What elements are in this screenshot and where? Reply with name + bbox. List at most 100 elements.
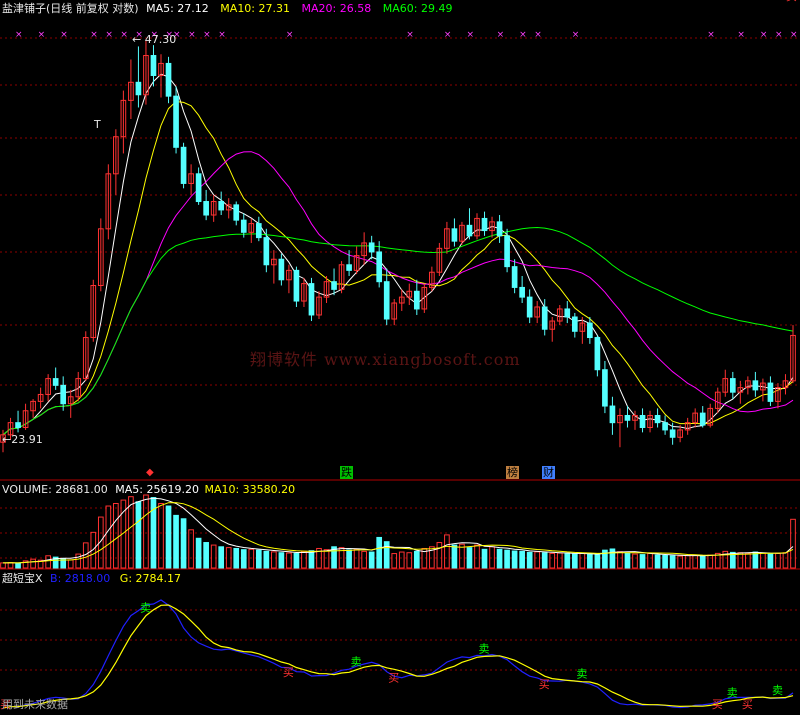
volume-bar — [541, 552, 548, 569]
candle — [271, 250, 277, 284]
signal-cross-mark: × — [60, 30, 68, 40]
candle — [331, 268, 337, 296]
candle-body — [376, 251, 383, 283]
signal-cross-mark: × — [790, 30, 798, 40]
volume-bar — [203, 542, 209, 569]
volume-bar — [549, 552, 556, 569]
volume-bar — [105, 505, 112, 569]
volume-bar — [684, 555, 691, 569]
candle — [602, 360, 608, 414]
candle — [654, 408, 661, 428]
candle-body — [481, 217, 488, 232]
volume-bar — [376, 536, 383, 569]
candle — [526, 289, 533, 324]
volume-bar — [632, 553, 638, 569]
volume-bar — [669, 555, 676, 569]
volume-bar — [368, 551, 375, 569]
candle-body — [60, 384, 67, 405]
volume-bar — [737, 552, 744, 569]
candle — [113, 129, 119, 195]
candle-body — [308, 283, 315, 316]
candle — [173, 86, 179, 154]
candle — [444, 221, 450, 254]
candle — [534, 301, 541, 324]
candle — [180, 142, 187, 189]
volume-bar — [263, 550, 270, 569]
indicator-g-label: G: 2784.17 — [119, 572, 182, 585]
candle — [52, 367, 59, 390]
candle — [383, 268, 390, 326]
candle — [459, 221, 465, 245]
signal-cross-mark: × — [534, 30, 542, 40]
candle-body — [504, 235, 510, 268]
candle — [617, 408, 623, 448]
signal-cross-mark: × — [120, 30, 128, 40]
candle — [128, 59, 134, 120]
candle — [105, 164, 112, 240]
signal-cross-mark: × — [519, 30, 527, 40]
candle — [316, 291, 322, 320]
signal-cross-mark: × — [105, 30, 113, 40]
candle-body — [767, 382, 774, 402]
volume-bar — [135, 501, 142, 569]
candle — [647, 410, 653, 433]
candle — [684, 417, 691, 435]
candle-body — [669, 429, 676, 438]
candle-body — [594, 337, 601, 371]
candle — [308, 277, 315, 322]
volume-bar — [654, 554, 661, 569]
candle — [210, 194, 217, 222]
volume-bar — [474, 544, 480, 569]
candle — [481, 211, 488, 236]
volume-ma5-label: MA5: 25619.20 — [115, 483, 199, 496]
candle-body — [368, 242, 375, 253]
event-marker-list: 榜 — [506, 466, 519, 479]
candle — [782, 374, 789, 395]
candle — [722, 369, 729, 397]
candle — [376, 241, 383, 288]
volume-bar — [639, 554, 646, 569]
candle — [135, 46, 142, 108]
candle-body — [180, 146, 187, 184]
candle-body — [729, 378, 736, 393]
volume-bar — [444, 534, 450, 569]
candle — [767, 376, 774, 407]
candle — [45, 374, 51, 402]
candle — [429, 266, 435, 292]
ma20-label: MA20: 26.58 — [301, 2, 372, 15]
candle — [158, 54, 164, 98]
volume-bar — [459, 543, 465, 569]
candle — [707, 403, 714, 428]
volume-bar — [210, 544, 217, 569]
candle-body — [15, 422, 21, 428]
candle-body — [654, 414, 661, 424]
volume-bar — [782, 552, 789, 569]
volume-bar — [346, 549, 352, 569]
signal-cross-mark: × — [286, 30, 294, 40]
volume-bar — [496, 548, 503, 569]
volume-bar — [534, 551, 541, 569]
volume-bar — [233, 547, 240, 569]
volume-bar — [271, 551, 277, 569]
candle — [22, 403, 29, 430]
candle — [737, 380, 744, 404]
candle — [225, 198, 232, 219]
candle — [37, 387, 44, 409]
candle — [729, 371, 736, 400]
volume-bar — [692, 554, 699, 569]
candle-body — [331, 281, 337, 290]
candle — [775, 383, 781, 409]
volume-bar — [511, 550, 518, 569]
volume-bar — [579, 552, 586, 569]
volume-bar — [188, 529, 194, 569]
event-marker-red: ◆ — [146, 467, 154, 478]
signal-cross-mark: × — [707, 30, 715, 40]
candle — [587, 316, 593, 344]
candle-body — [564, 308, 571, 318]
volume-bar — [790, 518, 796, 569]
candle — [609, 396, 616, 435]
candle-body — [624, 414, 631, 421]
volume-bar — [451, 544, 458, 569]
ma5-label: MA5: 27.12 — [146, 2, 209, 15]
candle — [30, 399, 36, 418]
